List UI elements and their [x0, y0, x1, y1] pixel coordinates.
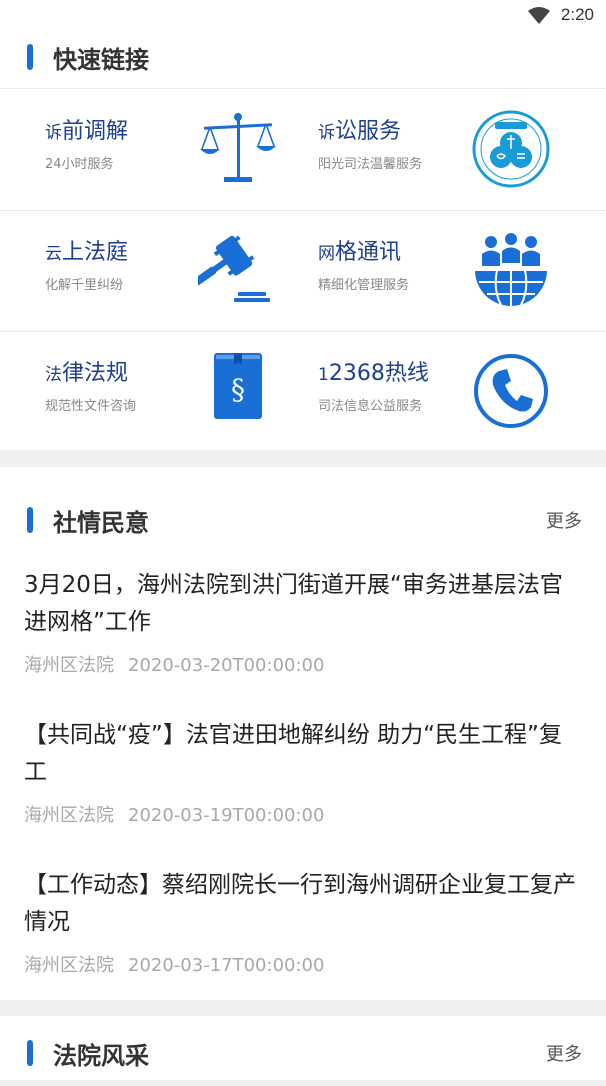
svg-text:§: § — [231, 373, 245, 406]
news-source: 海州区法院 — [24, 955, 114, 976]
quick-link-online-court[interactable]: 云上法庭 化解千里纠纷 — [0, 210, 303, 331]
quick-link-subtitle: 规范性文件咨询 — [45, 399, 137, 414]
quick-links-row: 云上法庭 化解千里纠纷 网格通讯 精细化管理服务 — [0, 210, 606, 332]
quick-link-title: 云上法庭 — [45, 240, 129, 265]
more-link[interactable]: 更多 — [546, 1040, 582, 1066]
section-title: 快速链接 — [53, 46, 149, 74]
quick-link-laws-regulations[interactable]: 法律法规 规范性文件咨询 § — [0, 331, 303, 452]
quick-link-title: 12368热线 — [318, 361, 429, 386]
litigation-service-center-logo-icon — [472, 110, 550, 188]
section-title: 法院风采 — [53, 1042, 149, 1070]
quick-link-title: 诉讼服务 — [318, 119, 402, 144]
news-date: 2020-03-20T00:00:00 — [128, 655, 325, 676]
news-item[interactable]: 【工作动态】蔡绍刚院长一行到海州调研企业复工复产情况 海州区法院 2020-03-… — [24, 867, 584, 977]
quick-link-title: 网格通讯 — [318, 240, 402, 265]
phone-icon — [474, 354, 548, 428]
quick-links-row: 法律法规 规范性文件咨询 § 12368热线 司法信息公益服务 — [0, 331, 606, 452]
section-title: 社情民意 — [53, 509, 149, 537]
quick-links-section: 快速链接 诉前调解 24小时服务 诉讼服务 阳光司法温馨服务 云上法庭 化解千里… — [0, 30, 606, 450]
quick-link-title: 诉前调解 — [45, 119, 129, 144]
globe-people-icon — [475, 233, 547, 306]
quick-link-subtitle: 司法信息公益服务 — [318, 399, 423, 414]
quick-link-litigation-service[interactable]: 诉讼服务 阳光司法温馨服务 — [303, 89, 606, 210]
news-item[interactable]: 3月20日，海州法院到洪门街道开展“审务进基层法官进网格”工作 海州区法院 202… — [24, 567, 584, 677]
news-source: 海州区法院 — [24, 805, 114, 826]
scales-icon — [200, 113, 276, 182]
quick-links-row: 诉前调解 24小时服务 诉讼服务 阳光司法温馨服务 — [0, 89, 606, 211]
news-headline: 【共同战“疫”】法官进田地解纠纷 助力“民生工程”复工 — [24, 722, 562, 785]
news-date: 2020-03-19T00:00:00 — [128, 805, 325, 826]
news-headline: 【工作动态】蔡绍刚院长一行到海州调研企业复工复产情况 — [24, 872, 576, 935]
news-source: 海州区法院 — [24, 655, 114, 676]
news-date: 2020-03-17T00:00:00 — [128, 955, 325, 976]
quick-link-subtitle: 24小时服务 — [45, 157, 114, 172]
section-accent-bar — [27, 1040, 33, 1066]
gavel-icon — [198, 235, 270, 302]
quick-links-grid: 诉前调解 24小时服务 诉讼服务 阳光司法温馨服务 云上法庭 化解千里纠纷 网格… — [0, 88, 606, 452]
section-accent-bar — [27, 44, 33, 70]
section-header: 快速链接 — [0, 10, 606, 90]
news-meta: 海州区法院 2020-03-19T00:00:00 — [24, 801, 584, 827]
news-headline: 3月20日，海州法院到洪门街道开展“审务进基层法官进网格”工作 — [24, 572, 563, 635]
quick-link-hotline[interactable]: 12368热线 司法信息公益服务 — [303, 331, 606, 452]
quick-link-mediation[interactable]: 诉前调解 24小时服务 — [0, 89, 303, 210]
news-meta: 海州区法院 2020-03-20T00:00:00 — [24, 651, 584, 677]
news-meta: 海州区法院 2020-03-17T00:00:00 — [24, 951, 584, 977]
quick-link-subtitle: 阳光司法温馨服务 — [318, 157, 423, 172]
public-opinion-section: 社情民意 更多 3月20日，海州法院到洪门街道开展“审务进基层法官进网格”工作 … — [0, 467, 606, 1000]
section-accent-bar — [27, 507, 33, 533]
quick-link-subtitle: 精细化管理服务 — [318, 278, 410, 293]
section-header: 法院风采 更多 — [0, 1006, 606, 1086]
section-header: 社情民意 更多 — [0, 473, 606, 553]
quick-link-title: 法律法规 — [45, 361, 129, 386]
news-item[interactable]: 【共同战“疫”】法官进田地解纠纷 助力“民生工程”复工 海州区法院 2020-03… — [24, 717, 584, 827]
law-book-icon: § — [214, 353, 262, 419]
court-style-section: 法院风采 更多 — [0, 1016, 606, 1080]
quick-link-grid-communication[interactable]: 网格通讯 精细化管理服务 — [303, 210, 606, 331]
quick-link-subtitle: 化解千里纠纷 — [45, 278, 124, 293]
more-link[interactable]: 更多 — [546, 507, 582, 533]
